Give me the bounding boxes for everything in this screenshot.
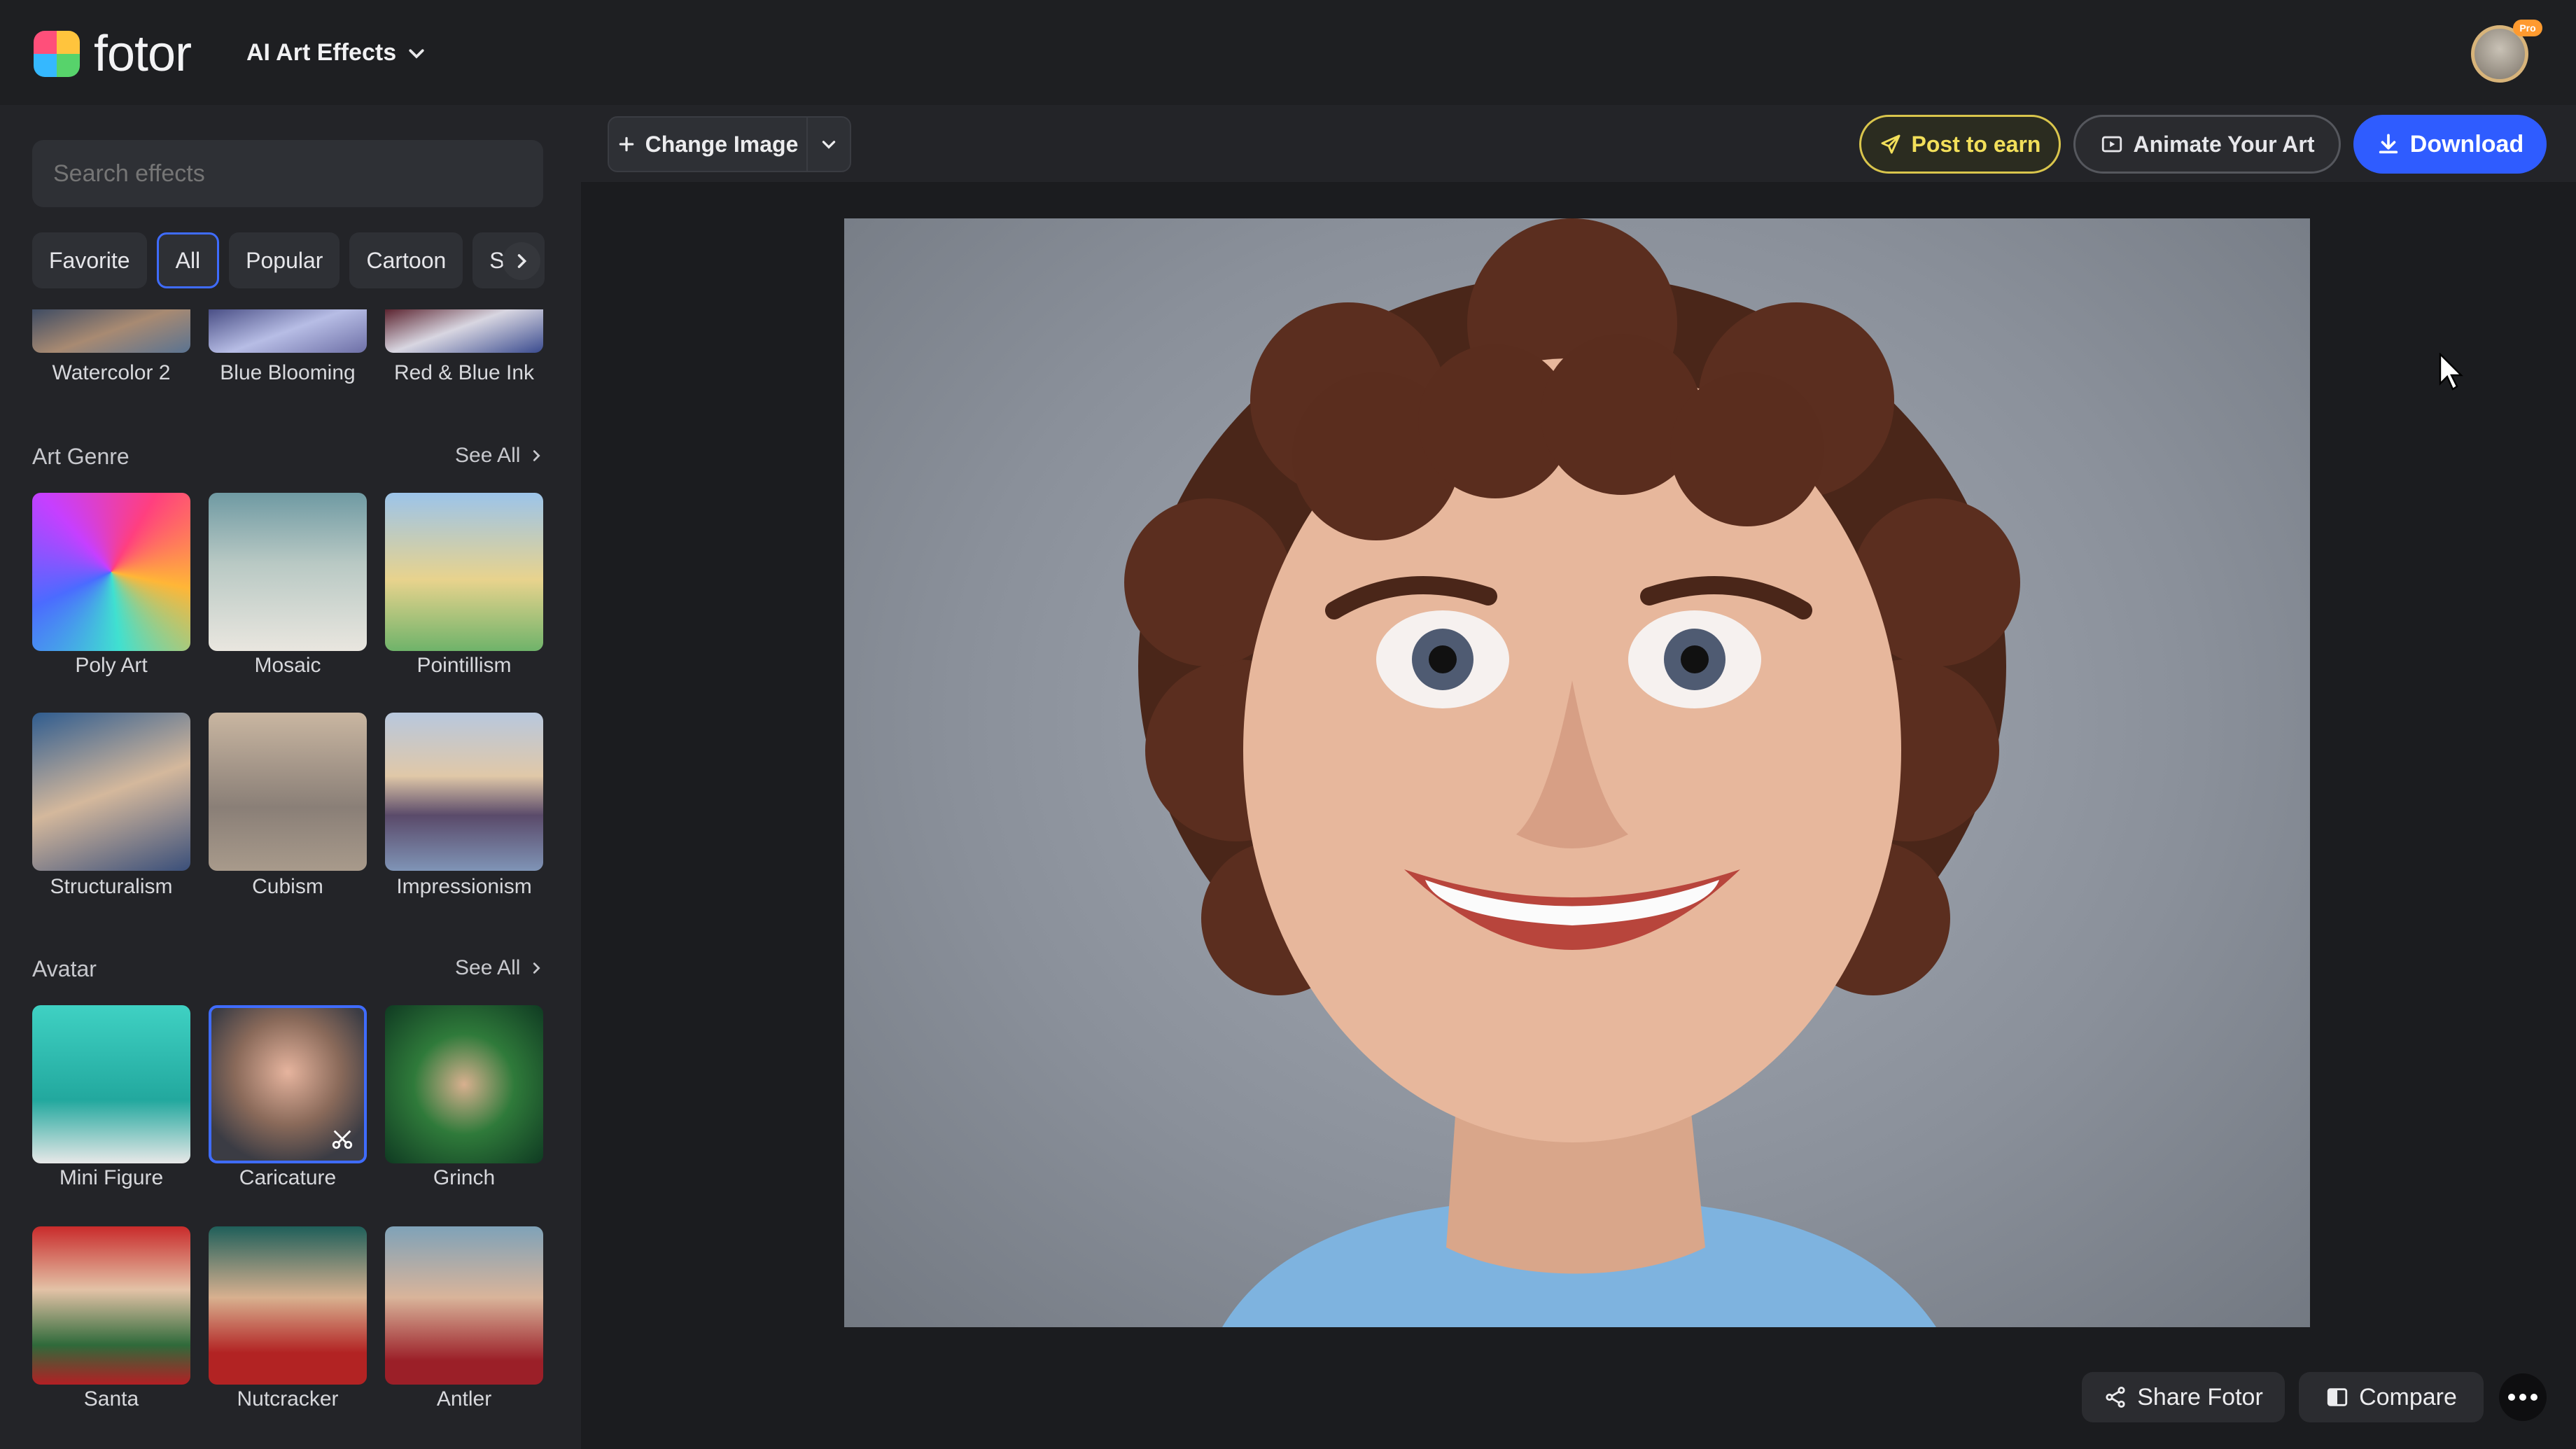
effect-label: Antler	[436, 1387, 492, 1410]
effect-label: Impressionism	[396, 875, 532, 898]
plus-icon	[619, 136, 634, 152]
share-fotor-button[interactable]: Share Fotor	[2082, 1372, 2285, 1422]
effect-label: Santa	[83, 1387, 139, 1410]
effect-thumb-grinch[interactable]	[385, 1005, 543, 1163]
chevron-right-icon	[517, 254, 527, 268]
menu-label: AI Art Effects	[246, 39, 397, 66]
dot-icon	[2519, 1394, 2526, 1401]
effect-thumb-caricature[interactable]	[209, 1005, 367, 1163]
effect-thumb-pointillism[interactable]	[385, 493, 543, 651]
effect-label: Cubism	[252, 875, 323, 898]
see-all-label: See All	[455, 444, 521, 467]
effect-thumb-nutcracker[interactable]	[209, 1226, 367, 1385]
see-all-avatar-link[interactable]: See All	[455, 956, 544, 980]
compare-button[interactable]: Compare	[2299, 1372, 2484, 1422]
fotor-logo[interactable]: fotor	[34, 26, 192, 82]
tab-all[interactable]: All	[156, 232, 220, 288]
chevron-right-icon	[533, 450, 541, 461]
send-icon	[1881, 134, 1900, 154]
effect-thumb-antler[interactable]	[385, 1226, 543, 1385]
effect-label: Watercolor 2	[52, 361, 171, 384]
effect-thumb-poly-art[interactable]	[32, 493, 190, 651]
pro-badge: Pro	[2513, 20, 2542, 36]
effect-label: Blue Blooming	[220, 361, 356, 384]
chevron-right-icon	[533, 962, 541, 974]
effect-label: Mini Figure	[59, 1166, 164, 1189]
mouse-cursor-icon	[2439, 353, 2463, 391]
more-options-button[interactable]	[2499, 1373, 2547, 1421]
effect-thumb-red-blue-ink[interactable]	[385, 309, 543, 353]
chevron-down-icon	[409, 48, 424, 59]
compare-label: Compare	[2359, 1383, 2457, 1410]
tab-popular[interactable]: Popular	[229, 232, 340, 288]
download-icon	[2379, 134, 2398, 154]
effect-label: Structuralism	[50, 875, 173, 898]
change-image-button[interactable]: Change Image	[608, 116, 851, 172]
post-to-earn-label: Post to earn	[1911, 131, 2041, 157]
effect-thumb-blue-blooming[interactable]	[209, 309, 367, 353]
search-effects-input[interactable]	[32, 140, 543, 207]
effect-label: Poly Art	[75, 654, 148, 677]
change-image-main[interactable]: Change Image	[609, 132, 806, 158]
change-image-dropdown-button[interactable]	[806, 118, 850, 171]
caricature-portrait-image	[1124, 218, 2020, 1327]
category-tabs: Favorite All Popular Cartoon Ske	[32, 232, 550, 288]
share-icon	[2106, 1386, 2125, 1408]
effect-thumb-impressionism[interactable]	[385, 713, 543, 871]
effect-label: Grinch	[433, 1166, 496, 1189]
effect-label: Caricature	[239, 1166, 337, 1189]
animate-your-art-button[interactable]: Animate Your Art	[2073, 115, 2341, 174]
section-title-avatar: Avatar	[32, 956, 97, 981]
logo-text: fotor	[94, 26, 192, 82]
post-to-earn-button[interactable]: Post to earn	[1859, 115, 2061, 174]
play-frame-icon	[2101, 136, 2122, 153]
change-image-label: Change Image	[645, 131, 799, 157]
tab-favorite[interactable]: Favorite	[32, 232, 147, 288]
effect-thumb-mosaic[interactable]	[209, 493, 367, 651]
see-all-label: See All	[455, 956, 521, 979]
download-button[interactable]: Download	[2353, 115, 2547, 174]
tab-cartoon[interactable]: Cartoon	[349, 232, 463, 288]
see-all-art-genre-link[interactable]: See All	[455, 444, 544, 468]
effect-thumb-santa[interactable]	[32, 1226, 190, 1385]
download-label: Download	[2409, 130, 2524, 158]
effect-thumb-structuralism[interactable]	[32, 713, 190, 871]
chevron-down-icon	[822, 141, 836, 149]
dot-icon	[2530, 1394, 2538, 1401]
effect-thumb-watercolor-2[interactable]	[32, 309, 190, 353]
share-label: Share Fotor	[2137, 1383, 2263, 1410]
effect-label: Nutcracker	[237, 1387, 339, 1410]
animate-label: Animate Your Art	[2133, 131, 2315, 157]
result-image-preview[interactable]	[844, 218, 2310, 1327]
effect-thumb-cubism[interactable]	[209, 713, 367, 871]
dot-icon	[2508, 1394, 2515, 1401]
effect-label: Red & Blue Ink	[393, 361, 535, 384]
fotor-logo-mark-icon	[34, 31, 80, 77]
scissors-icon	[332, 1130, 353, 1149]
tabs-scroll-right-button[interactable]	[503, 242, 540, 280]
compare-icon	[2327, 1388, 2348, 1406]
effect-thumb-mini-figure[interactable]	[32, 1005, 190, 1163]
top-header: fotor AI Art Effects Pro	[0, 0, 2576, 105]
effects-sidebar: Favorite All Popular Cartoon Ske Waterco…	[0, 105, 581, 1449]
effect-label: Pointillism	[416, 654, 512, 677]
section-title-art-genre: Art Genre	[32, 444, 130, 469]
effect-label: Mosaic	[254, 654, 321, 677]
ai-art-effects-menu[interactable]: AI Art Effects	[246, 39, 427, 66]
